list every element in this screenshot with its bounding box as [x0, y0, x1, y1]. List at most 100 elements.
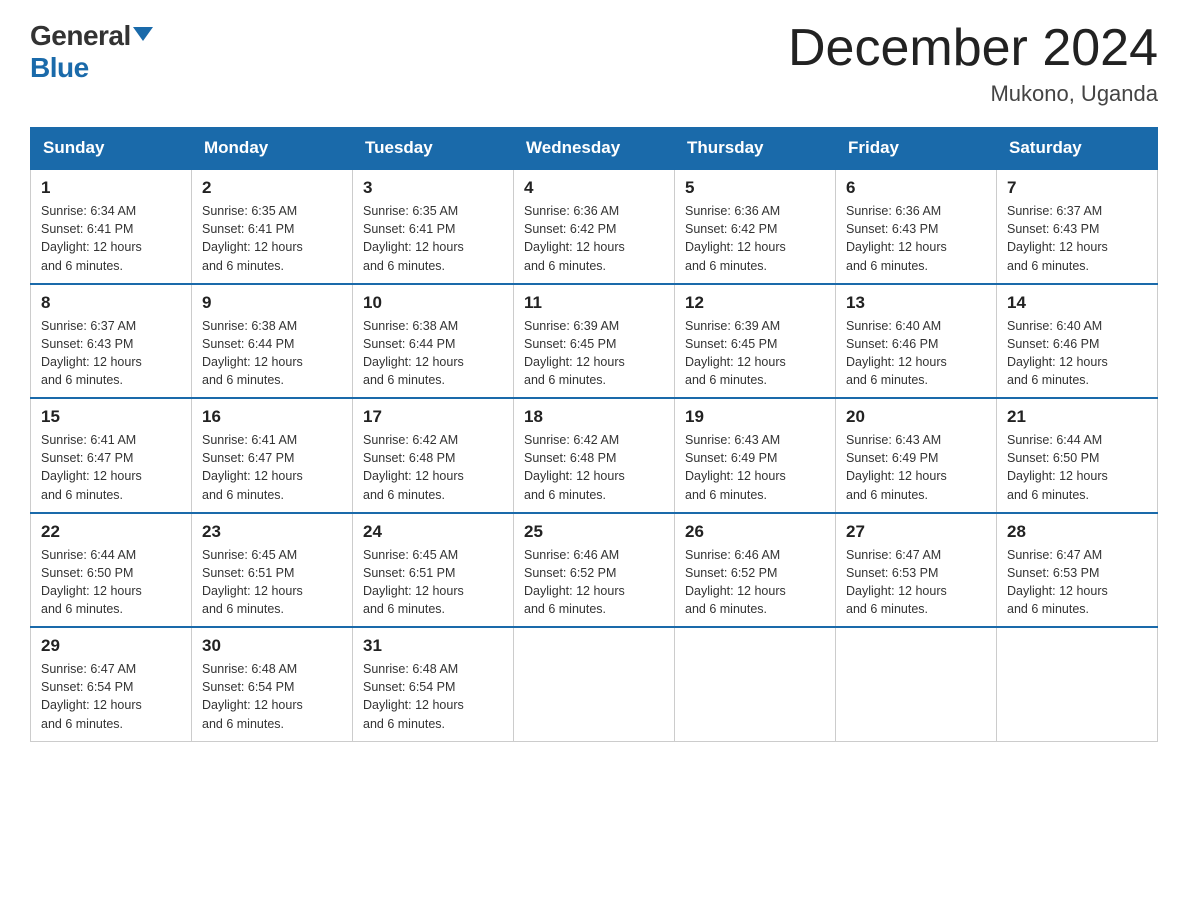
location-label: Mukono, Uganda — [788, 81, 1158, 107]
page-header: General Blue December 2024 Mukono, Ugand… — [30, 20, 1158, 107]
day-info: Sunrise: 6:36 AMSunset: 6:43 PMDaylight:… — [846, 204, 947, 272]
week-row-5: 29 Sunrise: 6:47 AMSunset: 6:54 PMDaylig… — [31, 627, 1158, 741]
header-saturday: Saturday — [997, 128, 1158, 170]
calendar-cell: 28 Sunrise: 6:47 AMSunset: 6:53 PMDaylig… — [997, 513, 1158, 628]
week-row-3: 15 Sunrise: 6:41 AMSunset: 6:47 PMDaylig… — [31, 398, 1158, 513]
calendar-cell: 12 Sunrise: 6:39 AMSunset: 6:45 PMDaylig… — [675, 284, 836, 399]
day-info: Sunrise: 6:47 AMSunset: 6:54 PMDaylight:… — [41, 662, 142, 730]
day-info: Sunrise: 6:47 AMSunset: 6:53 PMDaylight:… — [846, 548, 947, 616]
calendar-cell: 2 Sunrise: 6:35 AMSunset: 6:41 PMDayligh… — [192, 169, 353, 284]
calendar-cell — [675, 627, 836, 741]
header-tuesday: Tuesday — [353, 128, 514, 170]
calendar-header-row: Sunday Monday Tuesday Wednesday Thursday… — [31, 128, 1158, 170]
day-info: Sunrise: 6:42 AMSunset: 6:48 PMDaylight:… — [363, 433, 464, 501]
day-info: Sunrise: 6:43 AMSunset: 6:49 PMDaylight:… — [685, 433, 786, 501]
calendar-cell: 6 Sunrise: 6:36 AMSunset: 6:43 PMDayligh… — [836, 169, 997, 284]
calendar-cell: 21 Sunrise: 6:44 AMSunset: 6:50 PMDaylig… — [997, 398, 1158, 513]
day-number: 2 — [202, 178, 342, 198]
title-block: December 2024 Mukono, Uganda — [788, 20, 1158, 107]
day-number: 15 — [41, 407, 181, 427]
day-number: 28 — [1007, 522, 1147, 542]
logo-triangle-icon — [133, 27, 153, 41]
day-number: 3 — [363, 178, 503, 198]
day-number: 24 — [363, 522, 503, 542]
day-info: Sunrise: 6:35 AMSunset: 6:41 PMDaylight:… — [202, 204, 303, 272]
calendar-cell: 29 Sunrise: 6:47 AMSunset: 6:54 PMDaylig… — [31, 627, 192, 741]
day-info: Sunrise: 6:46 AMSunset: 6:52 PMDaylight:… — [685, 548, 786, 616]
day-info: Sunrise: 6:37 AMSunset: 6:43 PMDaylight:… — [1007, 204, 1108, 272]
header-friday: Friday — [836, 128, 997, 170]
day-number: 19 — [685, 407, 825, 427]
day-info: Sunrise: 6:47 AMSunset: 6:53 PMDaylight:… — [1007, 548, 1108, 616]
day-number: 12 — [685, 293, 825, 313]
day-number: 31 — [363, 636, 503, 656]
day-info: Sunrise: 6:46 AMSunset: 6:52 PMDaylight:… — [524, 548, 625, 616]
day-number: 5 — [685, 178, 825, 198]
calendar-cell: 8 Sunrise: 6:37 AMSunset: 6:43 PMDayligh… — [31, 284, 192, 399]
day-number: 22 — [41, 522, 181, 542]
calendar-cell: 23 Sunrise: 6:45 AMSunset: 6:51 PMDaylig… — [192, 513, 353, 628]
day-info: Sunrise: 6:34 AMSunset: 6:41 PMDaylight:… — [41, 204, 142, 272]
header-thursday: Thursday — [675, 128, 836, 170]
day-number: 21 — [1007, 407, 1147, 427]
day-info: Sunrise: 6:41 AMSunset: 6:47 PMDaylight:… — [202, 433, 303, 501]
day-info: Sunrise: 6:38 AMSunset: 6:44 PMDaylight:… — [363, 319, 464, 387]
calendar-cell: 25 Sunrise: 6:46 AMSunset: 6:52 PMDaylig… — [514, 513, 675, 628]
calendar-cell: 1 Sunrise: 6:34 AMSunset: 6:41 PMDayligh… — [31, 169, 192, 284]
day-info: Sunrise: 6:36 AMSunset: 6:42 PMDaylight:… — [524, 204, 625, 272]
week-row-2: 8 Sunrise: 6:37 AMSunset: 6:43 PMDayligh… — [31, 284, 1158, 399]
day-info: Sunrise: 6:37 AMSunset: 6:43 PMDaylight:… — [41, 319, 142, 387]
month-title: December 2024 — [788, 20, 1158, 77]
calendar-cell: 13 Sunrise: 6:40 AMSunset: 6:46 PMDaylig… — [836, 284, 997, 399]
day-number: 11 — [524, 293, 664, 313]
day-info: Sunrise: 6:45 AMSunset: 6:51 PMDaylight:… — [202, 548, 303, 616]
calendar-cell: 10 Sunrise: 6:38 AMSunset: 6:44 PMDaylig… — [353, 284, 514, 399]
day-info: Sunrise: 6:42 AMSunset: 6:48 PMDaylight:… — [524, 433, 625, 501]
calendar-cell: 16 Sunrise: 6:41 AMSunset: 6:47 PMDaylig… — [192, 398, 353, 513]
calendar-cell: 26 Sunrise: 6:46 AMSunset: 6:52 PMDaylig… — [675, 513, 836, 628]
day-number: 14 — [1007, 293, 1147, 313]
day-number: 13 — [846, 293, 986, 313]
calendar-cell: 4 Sunrise: 6:36 AMSunset: 6:42 PMDayligh… — [514, 169, 675, 284]
day-info: Sunrise: 6:48 AMSunset: 6:54 PMDaylight:… — [202, 662, 303, 730]
calendar-cell: 27 Sunrise: 6:47 AMSunset: 6:53 PMDaylig… — [836, 513, 997, 628]
day-number: 26 — [685, 522, 825, 542]
day-number: 4 — [524, 178, 664, 198]
day-info: Sunrise: 6:44 AMSunset: 6:50 PMDaylight:… — [1007, 433, 1108, 501]
calendar-cell — [836, 627, 997, 741]
day-info: Sunrise: 6:48 AMSunset: 6:54 PMDaylight:… — [363, 662, 464, 730]
day-info: Sunrise: 6:41 AMSunset: 6:47 PMDaylight:… — [41, 433, 142, 501]
calendar-cell: 11 Sunrise: 6:39 AMSunset: 6:45 PMDaylig… — [514, 284, 675, 399]
week-row-1: 1 Sunrise: 6:34 AMSunset: 6:41 PMDayligh… — [31, 169, 1158, 284]
day-number: 23 — [202, 522, 342, 542]
day-info: Sunrise: 6:38 AMSunset: 6:44 PMDaylight:… — [202, 319, 303, 387]
calendar-cell: 17 Sunrise: 6:42 AMSunset: 6:48 PMDaylig… — [353, 398, 514, 513]
day-number: 20 — [846, 407, 986, 427]
day-number: 9 — [202, 293, 342, 313]
day-info: Sunrise: 6:40 AMSunset: 6:46 PMDaylight:… — [846, 319, 947, 387]
calendar-cell — [514, 627, 675, 741]
logo: General Blue — [30, 20, 153, 84]
calendar-cell: 24 Sunrise: 6:45 AMSunset: 6:51 PMDaylig… — [353, 513, 514, 628]
calendar-cell: 7 Sunrise: 6:37 AMSunset: 6:43 PMDayligh… — [997, 169, 1158, 284]
day-number: 18 — [524, 407, 664, 427]
day-number: 16 — [202, 407, 342, 427]
logo-blue-text: Blue — [30, 52, 89, 83]
calendar-table: Sunday Monday Tuesday Wednesday Thursday… — [30, 127, 1158, 742]
day-info: Sunrise: 6:39 AMSunset: 6:45 PMDaylight:… — [685, 319, 786, 387]
day-info: Sunrise: 6:44 AMSunset: 6:50 PMDaylight:… — [41, 548, 142, 616]
day-number: 6 — [846, 178, 986, 198]
day-info: Sunrise: 6:39 AMSunset: 6:45 PMDaylight:… — [524, 319, 625, 387]
day-info: Sunrise: 6:45 AMSunset: 6:51 PMDaylight:… — [363, 548, 464, 616]
calendar-cell: 5 Sunrise: 6:36 AMSunset: 6:42 PMDayligh… — [675, 169, 836, 284]
calendar-cell: 18 Sunrise: 6:42 AMSunset: 6:48 PMDaylig… — [514, 398, 675, 513]
day-number: 29 — [41, 636, 181, 656]
day-number: 25 — [524, 522, 664, 542]
day-number: 30 — [202, 636, 342, 656]
logo-general-text: General — [30, 20, 131, 52]
header-sunday: Sunday — [31, 128, 192, 170]
day-info: Sunrise: 6:40 AMSunset: 6:46 PMDaylight:… — [1007, 319, 1108, 387]
calendar-cell: 20 Sunrise: 6:43 AMSunset: 6:49 PMDaylig… — [836, 398, 997, 513]
calendar-cell: 31 Sunrise: 6:48 AMSunset: 6:54 PMDaylig… — [353, 627, 514, 741]
day-number: 17 — [363, 407, 503, 427]
